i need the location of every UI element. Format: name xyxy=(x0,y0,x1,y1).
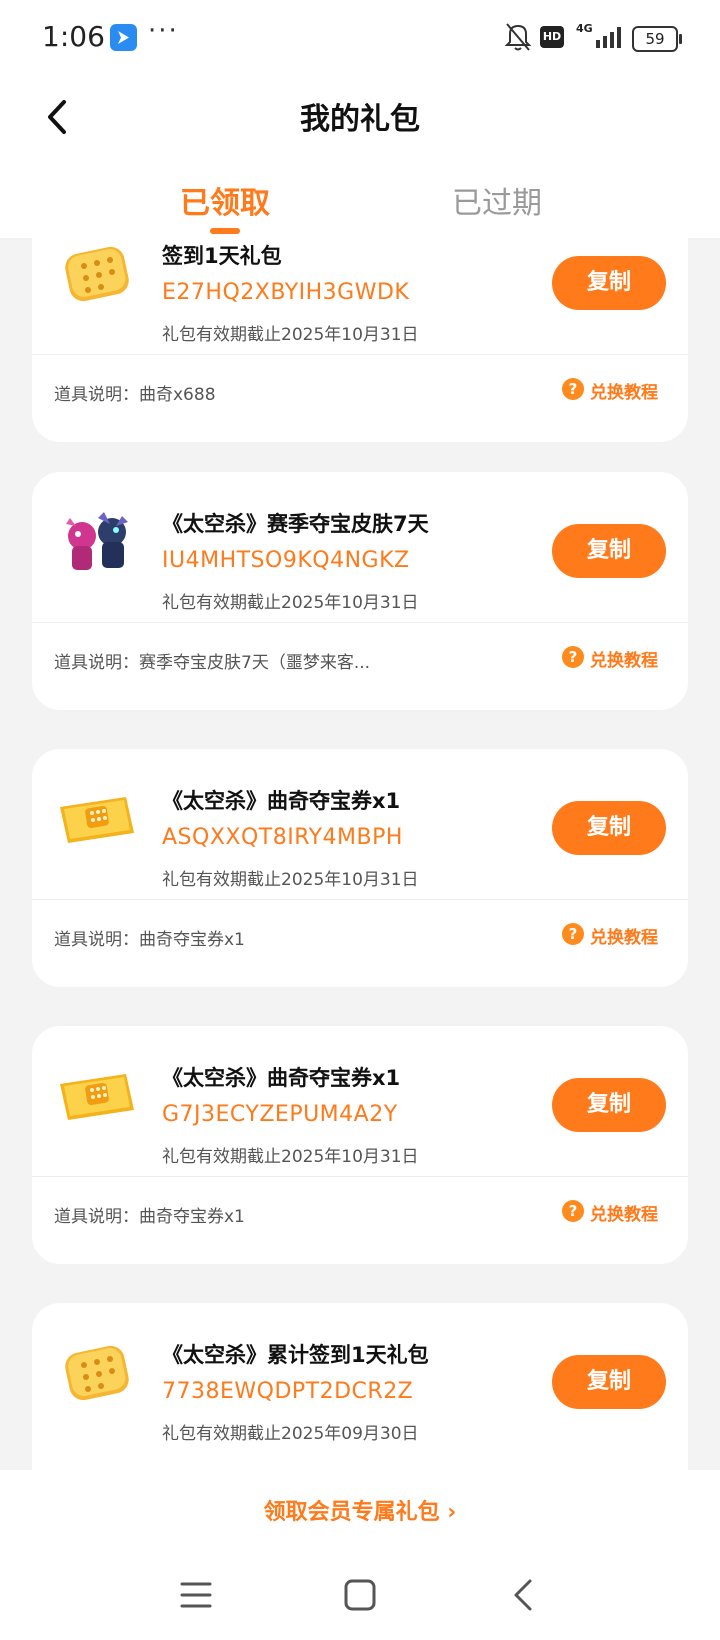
gift-description: 道具说明：曲奇夺宝券x1 xyxy=(54,1207,245,1227)
copy-button[interactable]: 复制 xyxy=(552,1078,666,1132)
home-square-icon xyxy=(344,1579,376,1611)
gift-card: 《太空杀》赛季夺宝皮肤7天 IU4MHTSO9KQ4NGKZ 礼包有效期截止20… xyxy=(32,472,688,710)
question-icon: ? xyxy=(562,378,584,400)
ticket-icon xyxy=(52,773,142,863)
question-icon: ? xyxy=(562,646,584,668)
gift-title: 《太空杀》曲奇夺宝券x1 xyxy=(162,789,401,813)
redeem-tutorial-label: 兑换教程 xyxy=(590,651,658,671)
gift-title: 《太空杀》赛季夺宝皮肤7天 xyxy=(162,512,429,536)
gift-card: 《太空杀》曲奇夺宝券x1 ASQXXQT8IRY4MBPH 礼包有效期截止202… xyxy=(32,749,688,987)
tab-expired[interactable]: 已过期 xyxy=(452,178,542,222)
copy-button[interactable]: 复制 xyxy=(552,524,666,578)
redeem-tutorial-label: 兑换教程 xyxy=(590,928,658,948)
gift-expiry: 礼包有效期截止2025年10月31日 xyxy=(162,1147,419,1167)
menu-button[interactable] xyxy=(171,1572,221,1618)
copy-button[interactable]: 复制 xyxy=(552,801,666,855)
redeem-tutorial-label: 兑换教程 xyxy=(590,383,658,403)
skin-characters-icon xyxy=(52,496,142,586)
gift-code: IU4MHTSO9KQ4NGKZ xyxy=(162,548,410,573)
question-icon: ? xyxy=(562,1200,584,1222)
vip-gift-bar: 领取会员专属礼包 › xyxy=(0,1470,720,1550)
copy-button[interactable]: 复制 xyxy=(552,1355,666,1409)
gift-expiry: 礼包有效期截止2025年10月31日 xyxy=(162,870,419,890)
system-nav-bar xyxy=(0,1550,720,1640)
gift-expiry: 礼包有效期截止2025年10月31日 xyxy=(162,325,419,345)
cookie-icon xyxy=(52,238,142,318)
active-tab-indicator xyxy=(210,228,240,234)
mute-bell-icon xyxy=(504,22,532,56)
more-notifications-icon: ··· xyxy=(148,16,179,46)
divider xyxy=(32,622,688,623)
tab-received[interactable]: 已领取 xyxy=(180,178,270,222)
gift-list[interactable]: 签到1天礼包 E27HQ2XBYIH3GWDK 礼包有效期截止2025年10月3… xyxy=(0,238,720,1470)
gift-code: ASQXXQT8IRY4MBPH xyxy=(162,825,403,850)
system-back-button[interactable] xyxy=(498,1572,548,1618)
status-bar: 1:06 ··· HD 4G 59 xyxy=(0,0,720,78)
gift-description: 道具说明：曲奇x688 xyxy=(54,385,216,405)
network-type: 4G xyxy=(576,22,593,35)
cookie-icon xyxy=(52,1327,142,1417)
gift-title: 《太空杀》累计签到1天礼包 xyxy=(162,1343,429,1367)
gift-card: 《太空杀》曲奇夺宝券x1 G7J3ECYZEPUM4A2Y 礼包有效期截止202… xyxy=(32,1026,688,1264)
home-button[interactable] xyxy=(335,1572,385,1618)
redeem-tutorial-label: 兑换教程 xyxy=(590,1205,658,1225)
battery-indicator: 59 xyxy=(632,26,682,52)
chevron-left-icon xyxy=(514,1579,532,1611)
question-icon: ? xyxy=(562,923,584,945)
gift-description: 道具说明：赛季夺宝皮肤7天（噩梦来客... xyxy=(54,653,371,673)
gift-expiry: 礼包有效期截止2025年09月30日 xyxy=(162,1424,419,1444)
gift-card: 《太空杀》累计签到1天礼包 7738EWQDPT2DCR2Z 礼包有效期截止20… xyxy=(32,1303,688,1470)
divider xyxy=(32,1176,688,1177)
divider xyxy=(32,354,688,355)
menu-icon xyxy=(180,1582,212,1608)
page-title: 我的礼包 xyxy=(300,102,420,137)
app-notification-icon xyxy=(110,24,137,51)
gift-card: 签到1天礼包 E27HQ2XBYIH3GWDK 礼包有效期截止2025年10月3… xyxy=(32,238,688,442)
gift-expiry: 礼包有效期截止2025年10月31日 xyxy=(162,593,419,613)
ticket-icon xyxy=(52,1050,142,1140)
divider xyxy=(32,899,688,900)
status-time: 1:06 xyxy=(42,20,105,53)
signal-icon xyxy=(596,26,626,52)
header: 我的礼包 已领取 已过期 xyxy=(0,78,720,238)
vip-gift-link[interactable]: 领取会员专属礼包 › xyxy=(0,1494,720,1526)
hd-icon: HD xyxy=(540,26,564,48)
gift-description: 道具说明：曲奇夺宝券x1 xyxy=(54,930,245,950)
gift-code: E27HQ2XBYIH3GWDK xyxy=(162,280,410,305)
gift-code: 7738EWQDPT2DCR2Z xyxy=(162,1379,414,1404)
gift-title: 《太空杀》曲奇夺宝券x1 xyxy=(162,1066,401,1090)
copy-button[interactable]: 复制 xyxy=(552,256,666,310)
gift-title: 签到1天礼包 xyxy=(162,244,282,268)
gift-code: G7J3ECYZEPUM4A2Y xyxy=(162,1102,398,1127)
